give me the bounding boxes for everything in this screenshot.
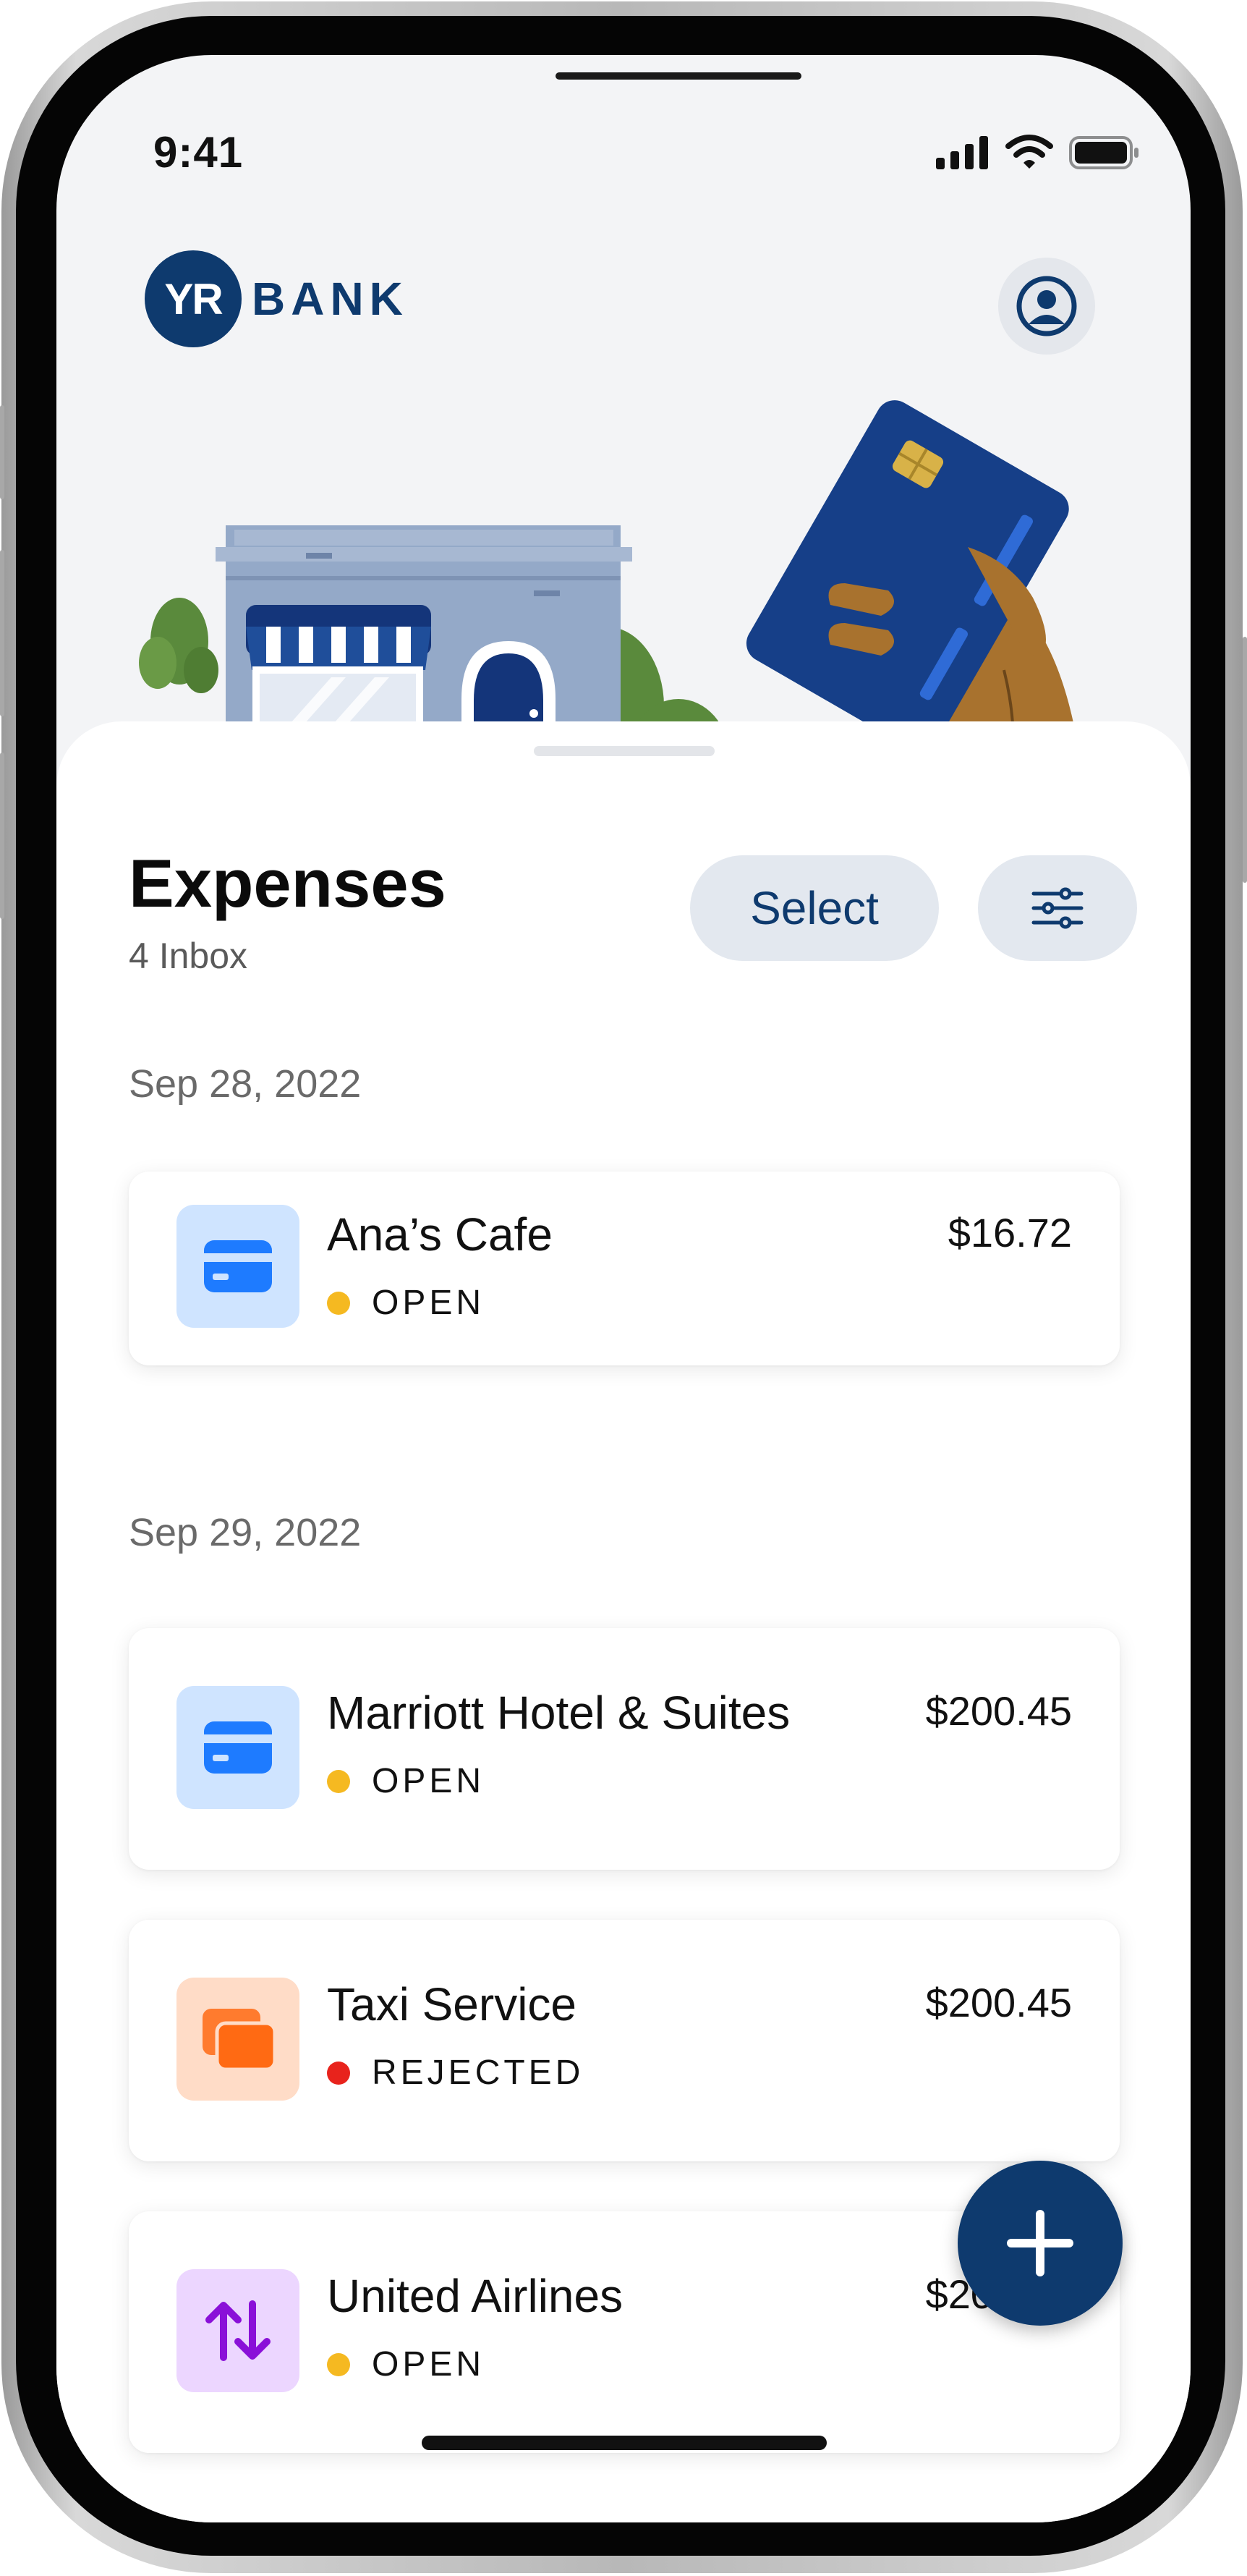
status-row: OPEN <box>327 1283 485 1323</box>
sheet-grabber[interactable] <box>534 746 715 756</box>
plus-icon <box>1007 2210 1073 2276</box>
side-button <box>1243 637 1247 883</box>
status-row: OPEN <box>327 2344 485 2384</box>
app-screen: 9:41 YR BANK Expenses 4 Inbox Select Sep… <box>56 55 1191 2522</box>
add-expense-button[interactable] <box>958 2161 1123 2326</box>
home-indicator[interactable] <box>422 2436 827 2450</box>
cellular-signal-icon <box>936 136 988 169</box>
expense-amount: $200.45 <box>925 1688 1072 1734</box>
status-label: REJECTED <box>372 2054 584 2092</box>
expense-amount: $16.72 <box>948 1210 1072 1255</box>
credit-card-icon <box>204 1240 272 1292</box>
filter-button[interactable] <box>978 855 1137 961</box>
date-header: Sep 29, 2022 <box>129 1511 362 1554</box>
expense-card-anas-cafe[interactable]: Ana’s Cafe $16.72 OPEN <box>129 1172 1120 1365</box>
status-label: OPEN <box>372 1284 485 1322</box>
merchant-name: Ana’s Cafe <box>327 1208 553 1261</box>
status-icons <box>936 135 1140 169</box>
card-icon-tile <box>176 1205 299 1328</box>
side-button <box>0 405 4 499</box>
side-button <box>0 550 4 716</box>
transfer-arrows-icon <box>205 2300 271 2361</box>
sensor-housing <box>556 72 801 80</box>
status-dot <box>327 2352 350 2376</box>
user-avatar-icon <box>1016 276 1077 336</box>
page-title: Expenses <box>129 845 446 921</box>
merchant-name: Taxi Service <box>327 1978 576 2030</box>
side-button <box>0 753 4 919</box>
status-label: OPEN <box>372 1762 485 1800</box>
expense-card-taxi[interactable]: Taxi Service $200.45 REJECTED <box>129 1920 1120 2161</box>
wifi-icon <box>1005 135 1053 169</box>
expense-amount: $200.45 <box>925 1980 1072 2025</box>
status-dot <box>327 2061 350 2085</box>
status-label: OPEN <box>372 2345 485 2384</box>
date-header: Sep 28, 2022 <box>129 1062 362 1106</box>
bank-logo: YR BANK <box>145 250 409 347</box>
status-row: OPEN <box>327 1761 485 1801</box>
card-icon-tile <box>176 2269 299 2392</box>
card-icon-tile <box>176 1686 299 1809</box>
profile-button[interactable] <box>998 258 1095 355</box>
select-button[interactable]: Select <box>690 855 939 961</box>
merchant-name: United Airlines <box>327 2270 624 2322</box>
logo-mark: YR <box>145 250 242 347</box>
status-dot <box>327 1291 350 1315</box>
credit-card-icon <box>204 1721 272 1774</box>
status-time: 9:41 <box>153 128 244 177</box>
status-row: REJECTED <box>327 2053 584 2093</box>
status-dot <box>327 1769 350 1793</box>
inbox-count: 4 Inbox <box>129 936 248 976</box>
merchant-name: Marriott Hotel & Suites <box>327 1687 791 1739</box>
logo-wordmark: BANK <box>252 273 409 325</box>
card-icon-tile <box>176 1978 299 2101</box>
sliders-filter-icon <box>1031 887 1084 929</box>
battery-icon <box>1069 136 1139 169</box>
cards-stack-icon <box>203 2009 277 2072</box>
expense-card-marriott[interactable]: Marriott Hotel & Suites $200.45 OPEN <box>129 1628 1120 1870</box>
